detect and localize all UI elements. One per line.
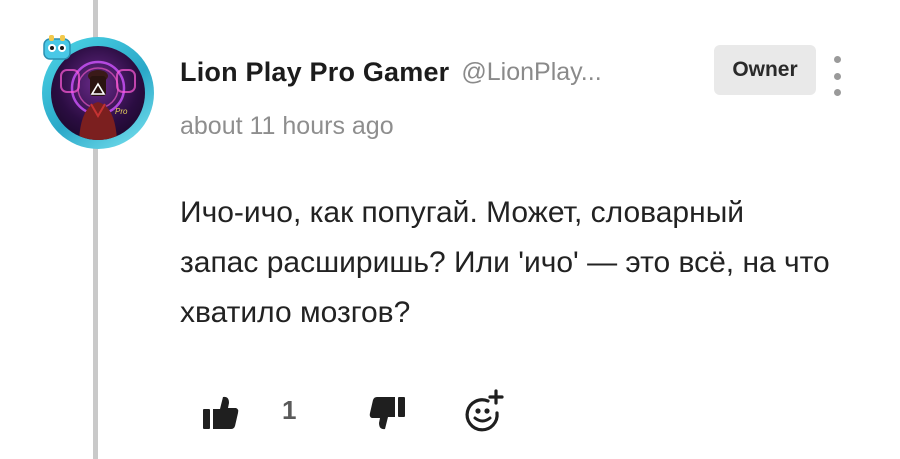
more-options-button[interactable] — [826, 56, 848, 96]
like-count: 1 — [282, 395, 297, 425]
thumbs-up-icon — [203, 396, 239, 429]
more-vertical-icon — [833, 56, 841, 63]
comment-text: Ичо-ичо, как попугай. Может, словарный з… — [180, 196, 830, 329]
thumbs-down-icon — [369, 397, 405, 430]
svg-text:Pro: Pro — [115, 107, 128, 116]
author-handle[interactable]: @LionPlay... — [461, 58, 601, 87]
add-reaction-button[interactable] — [462, 387, 506, 433]
dislike-button[interactable] — [366, 393, 408, 433]
comment-timestamp: about 11 hours ago — [180, 112, 394, 140]
author-name[interactable]: Lion Play Pro Gamer — [180, 57, 449, 88]
add-reaction-icon — [465, 389, 504, 432]
like-button[interactable] — [200, 393, 242, 433]
owner-badge: Owner — [714, 45, 816, 95]
avatar[interactable]: Pro — [42, 35, 154, 149]
avatar-badge-icon — [40, 33, 74, 63]
